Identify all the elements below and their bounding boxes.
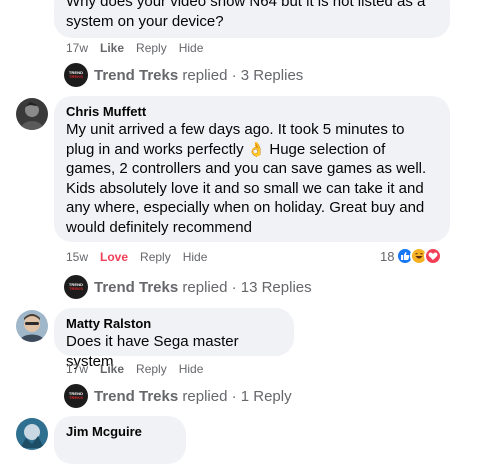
comment-text: Why does your video show N64 but it is n… bbox=[66, 0, 426, 30]
comment-actions: 17w Like Reply Hide bbox=[66, 361, 215, 377]
view-replies-link[interactable]: TREND TREKS Trend Treks replied · 3 Repli… bbox=[64, 63, 303, 87]
love-reaction-button[interactable]: Love bbox=[100, 249, 128, 265]
reply-author: Trend Treks bbox=[94, 278, 179, 296]
like-button[interactable]: Like bbox=[100, 40, 124, 56]
avatar[interactable] bbox=[16, 418, 48, 450]
comment-bubble: Matty Ralston Does it have Sega master s… bbox=[54, 308, 294, 370]
comment-timestamp[interactable]: 17w bbox=[66, 40, 88, 56]
reply-button[interactable]: Reply bbox=[140, 249, 171, 265]
page-avatar: TREND TREKS bbox=[64, 384, 88, 408]
comment-actions: 15w Love Reply Hide bbox=[66, 249, 219, 265]
reply-count: replied · 1 Reply bbox=[182, 387, 292, 405]
comment-author[interactable]: Jim Mcguire bbox=[66, 424, 174, 440]
page-avatar: TREND TREKS bbox=[64, 275, 88, 299]
page-avatar: TREND TREKS bbox=[64, 63, 88, 87]
reaction-summary[interactable]: 18 bbox=[380, 247, 443, 265]
comment-actions: 17w Like Reply Hide bbox=[66, 40, 215, 56]
comment-timestamp[interactable]: 17w bbox=[66, 361, 88, 377]
reply-button[interactable]: Reply bbox=[136, 361, 167, 377]
comment-bubble: Chris Muffett My unit arrived a few days… bbox=[54, 96, 450, 242]
reply-count: replied · 13 Replies bbox=[182, 278, 312, 296]
avatar[interactable] bbox=[16, 98, 48, 130]
hide-button[interactable]: Hide bbox=[179, 361, 204, 377]
reply-count: replied · 3 Replies bbox=[182, 66, 304, 84]
view-replies-link[interactable]: TREND TREKS Trend Treks replied · 1 Reply bbox=[64, 384, 292, 408]
ok-hand-emoji: 👌 bbox=[247, 140, 266, 157]
like-button[interactable]: Like bbox=[100, 361, 124, 377]
comment-bubble: Why does your video show N64 but it is n… bbox=[54, 0, 450, 38]
reply-author: Trend Treks bbox=[94, 387, 179, 405]
hide-button[interactable]: Hide bbox=[183, 249, 208, 265]
reply-author: Trend Treks bbox=[94, 66, 179, 84]
love-reaction-icon bbox=[424, 247, 443, 265]
comment-author[interactable]: Chris Muffett bbox=[66, 104, 438, 120]
comment-bubble: Jim Mcguire bbox=[54, 416, 186, 464]
avatar[interactable] bbox=[16, 310, 48, 342]
hide-button[interactable]: Hide bbox=[179, 40, 204, 56]
reaction-count: 18 bbox=[380, 248, 395, 264]
comment-author[interactable]: Matty Ralston bbox=[66, 316, 282, 332]
reply-button[interactable]: Reply bbox=[136, 40, 167, 56]
view-replies-link[interactable]: TREND TREKS Trend Treks replied · 13 Repl… bbox=[64, 275, 312, 299]
comment-text: My unit arrived a few days ago. It took … bbox=[66, 121, 427, 236]
comment-timestamp[interactable]: 15w bbox=[66, 249, 88, 265]
